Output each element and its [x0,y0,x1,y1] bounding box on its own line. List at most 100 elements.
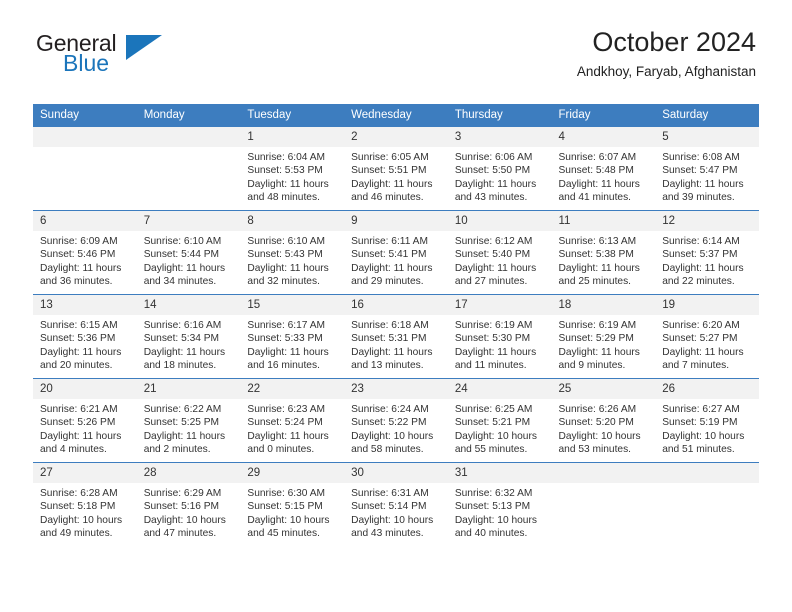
day-cell[interactable]: 28 Sunrise: 6:29 AM Sunset: 5:16 PM Dayligh… [136,462,241,546]
weekday-header-monday: Monday [136,104,241,127]
day-number: 27 [33,463,137,483]
day-cell[interactable]: 22 Sunrise: 6:23 AM Sunset: 5:24 PM Dayligh… [240,378,345,463]
day-cell[interactable]: 24 Sunrise: 6:25 AM Sunset: 5:21 PM Dayligh… [447,378,552,463]
day-cell[interactable] [655,462,759,546]
triangle-icon [126,35,162,60]
day-details [33,147,137,151]
day-cell[interactable]: 25 Sunrise: 6:26 AM Sunset: 5:20 PM Dayligh… [551,378,656,463]
daylight-text-line1: Daylight: 11 hours [247,346,329,358]
day-details: Sunrise: 6:25 AM Sunset: 5:21 PM Daylight:… [448,399,552,457]
sunset-text: Sunset: 5:37 PM [662,249,738,261]
day-cell[interactable]: 21 Sunrise: 6:22 AM Sunset: 5:25 PM Dayligh… [136,378,241,463]
daylight-text-line2: and 25 minutes. [558,276,632,288]
sunset-text: Sunset: 5:40 PM [454,249,531,261]
daylight-text-line2: and 7 minutes. [662,360,730,372]
day-cell[interactable]: 9 Sunrise: 6:11 AM Sunset: 5:41 PM Daylight… [344,210,448,295]
day-cell[interactable] [551,462,656,546]
sunset-text: Sunset: 5:41 PM [351,249,427,261]
day-cell[interactable]: 14 Sunrise: 6:16 AM Sunset: 5:34 PM Dayligh… [136,294,241,379]
sunrise-text: Sunrise: 6:07 AM [558,152,637,163]
day-cell[interactable]: 26 Sunrise: 6:27 AM Sunset: 5:19 PM Dayligh… [655,378,759,463]
day-cell[interactable]: 15 Sunrise: 6:17 AM Sunset: 5:33 PM Dayligh… [240,294,345,379]
day-cell[interactable] [136,126,241,211]
location-subtitle: Andkhoy, Faryab, Afghanistan [576,64,756,79]
daylight-text-line2: and 58 minutes. [351,444,424,456]
sunrise-text: Sunrise: 6:28 AM [40,488,118,499]
day-cell[interactable]: 5 Sunrise: 6:08 AM Sunset: 5:47 PM Daylight… [655,126,759,211]
sunrise-text: Sunrise: 6:08 AM [662,152,740,163]
day-cell[interactable]: 23 Sunrise: 6:24 AM Sunset: 5:22 PM Dayligh… [344,378,448,463]
daylight-text-line2: and 39 minutes. [662,192,735,204]
daylight-text-line2: and 9 minutes. [558,360,626,372]
day-cell[interactable]: 4 Sunrise: 6:07 AM Sunset: 5:48 PM Daylight… [551,126,656,211]
day-cell[interactable] [33,126,137,211]
day-cell[interactable]: 10 Sunrise: 6:12 AM Sunset: 5:40 PM Dayligh… [447,210,552,295]
day-number: 19 [655,295,759,315]
daylight-text-line1: Daylight: 11 hours [558,346,640,358]
day-cell[interactable]: 3 Sunrise: 6:06 AM Sunset: 5:50 PM Daylight… [447,126,552,211]
brand-logo[interactable]: General Blue [36,32,162,76]
calendar-week-row: 1 Sunrise: 6:04 AM Sunset: 5:53 PM Daylight… [33,126,759,211]
day-cell[interactable]: 27 Sunrise: 6:28 AM Sunset: 5:18 PM Dayligh… [33,462,137,546]
day-details: Sunrise: 6:23 AM Sunset: 5:24 PM Daylight:… [240,399,344,457]
day-cell[interactable]: 13 Sunrise: 6:15 AM Sunset: 5:36 PM Dayligh… [33,294,137,379]
day-cell[interactable]: 12 Sunrise: 6:14 AM Sunset: 5:37 PM Dayligh… [655,210,759,295]
day-cell[interactable]: 29 Sunrise: 6:30 AM Sunset: 5:15 PM Dayligh… [240,462,345,546]
daylight-text-line2: and 2 minutes. [143,444,211,456]
day-cell[interactable]: 1 Sunrise: 6:04 AM Sunset: 5:53 PM Daylight… [240,126,345,211]
sunset-text: Sunset: 5:34 PM [143,333,220,345]
day-cell[interactable]: 6 Sunrise: 6:09 AM Sunset: 5:46 PM Daylight… [33,210,137,295]
day-number: 20 [33,379,137,399]
daylight-text-line1: Daylight: 10 hours [143,514,226,526]
day-number: 12 [655,211,759,231]
weekday-header-sunday: Sunday [33,104,137,127]
day-number: 24 [447,379,552,399]
daylight-text-line1: Daylight: 11 hours [454,178,537,190]
day-number: 13 [33,295,137,315]
day-cell[interactable]: 30 Sunrise: 6:31 AM Sunset: 5:14 PM Dayligh… [344,462,448,546]
day-details: Sunrise: 6:11 AM Sunset: 5:41 PM Daylight:… [344,231,448,289]
day-cell[interactable]: 19 Sunrise: 6:20 AM Sunset: 5:27 PM Dayligh… [655,294,759,379]
sunrise-text: Sunrise: 6:32 AM [454,488,533,499]
day-details: Sunrise: 6:31 AM Sunset: 5:14 PM Daylight:… [344,483,448,541]
day-cell[interactable]: 2 Sunrise: 6:05 AM Sunset: 5:51 PM Daylight… [344,126,448,211]
daylight-text-line2: and 41 minutes. [558,192,632,204]
sunset-text: Sunset: 5:19 PM [662,417,738,429]
day-number: 29 [240,463,345,483]
day-number: 11 [551,211,656,231]
day-details: Sunrise: 6:28 AM Sunset: 5:18 PM Daylight:… [33,483,137,541]
daylight-text-line2: and 27 minutes. [454,276,528,288]
day-number: 1 [240,127,345,147]
sunrise-text: Sunrise: 6:22 AM [143,404,222,415]
day-cell[interactable]: 17 Sunrise: 6:19 AM Sunset: 5:30 PM Dayligh… [447,294,552,379]
sunrise-text: Sunrise: 6:19 AM [558,320,637,331]
day-details: Sunrise: 6:05 AM Sunset: 5:51 PM Daylight:… [344,147,448,205]
day-number: 22 [240,379,345,399]
day-cell[interactable]: 18 Sunrise: 6:19 AM Sunset: 5:29 PM Dayligh… [551,294,656,379]
day-cell[interactable]: 7 Sunrise: 6:10 AM Sunset: 5:44 PM Daylight… [136,210,241,295]
day-details: Sunrise: 6:20 AM Sunset: 5:27 PM Daylight:… [655,315,759,373]
day-number: 23 [344,379,448,399]
sunset-text: Sunset: 5:36 PM [40,333,116,345]
day-cell[interactable]: 31 Sunrise: 6:32 AM Sunset: 5:13 PM Dayligh… [447,462,552,546]
sunrise-text: Sunrise: 6:12 AM [454,236,533,247]
sunrise-text: Sunrise: 6:24 AM [351,404,429,415]
sunset-text: Sunset: 5:43 PM [247,249,323,261]
daylight-text-line2: and 16 minutes. [247,360,320,372]
calendar-table: Sunday Monday Tuesday Wednesday Thursday… [33,104,759,546]
daylight-text-line1: Daylight: 11 hours [558,178,640,190]
day-details: Sunrise: 6:30 AM Sunset: 5:15 PM Daylight:… [240,483,344,541]
day-cell[interactable]: 20 Sunrise: 6:21 AM Sunset: 5:26 PM Dayligh… [33,378,137,463]
day-number [33,127,137,147]
day-cell[interactable]: 8 Sunrise: 6:10 AM Sunset: 5:43 PM Daylight… [240,210,345,295]
day-number: 8 [240,211,345,231]
day-cell[interactable]: 16 Sunrise: 6:18 AM Sunset: 5:31 PM Dayligh… [344,294,448,379]
day-cell[interactable]: 11 Sunrise: 6:13 AM Sunset: 5:38 PM Dayligh… [551,210,656,295]
day-details: Sunrise: 6:16 AM Sunset: 5:34 PM Daylight:… [137,315,241,373]
sunrise-text: Sunrise: 6:30 AM [247,488,325,499]
calendar-week-row: 20 Sunrise: 6:21 AM Sunset: 5:26 PM Dayligh… [33,378,759,463]
calendar-week-row: 13 Sunrise: 6:15 AM Sunset: 5:36 PM Dayligh… [33,294,759,379]
daylight-text-line1: Daylight: 10 hours [558,430,641,442]
day-number [551,463,656,483]
day-number: 17 [447,295,552,315]
